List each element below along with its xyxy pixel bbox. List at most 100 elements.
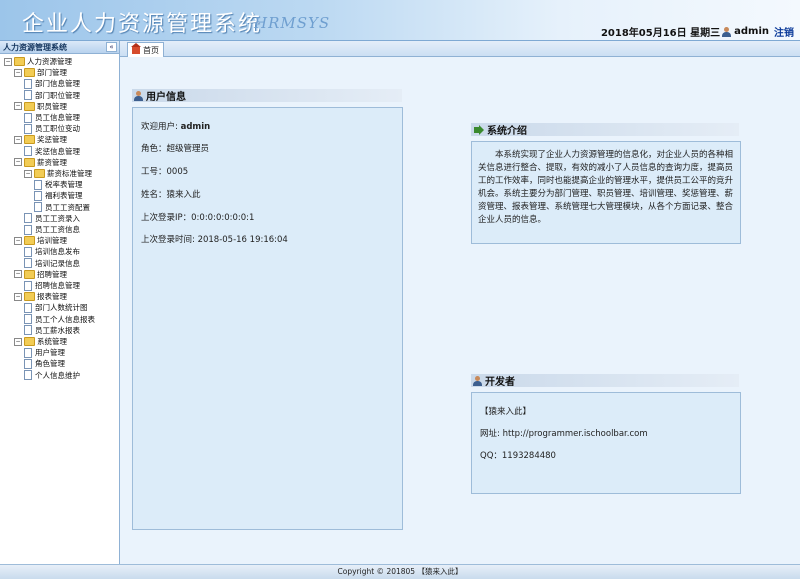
sidebar-item-label: 奖惩信息管理 bbox=[35, 146, 80, 156]
sidebar-item[interactable]: 部门职位管理 bbox=[24, 90, 80, 101]
welcome-line: 欢迎用户: admin bbox=[141, 122, 211, 132]
document-icon bbox=[24, 78, 32, 89]
developer-qq: QQ：1193284480 bbox=[480, 451, 556, 461]
sidebar-item-label: 系统管理 bbox=[37, 337, 67, 346]
folder-icon bbox=[24, 68, 35, 78]
sidebar-item-label: 员工信息管理 bbox=[35, 113, 80, 122]
collapse-toggle-icon[interactable]: − bbox=[14, 292, 22, 301]
folder-icon bbox=[34, 169, 45, 178]
collapse-toggle-icon[interactable]: − bbox=[4, 57, 12, 66]
collapse-toggle-icon[interactable]: − bbox=[14, 337, 22, 346]
sidebar-item[interactable]: 员工信息管理 bbox=[24, 112, 80, 123]
sidebar-item[interactable]: − 人力资源管理 bbox=[4, 56, 72, 67]
sidebar-item[interactable]: − 奖惩管理 bbox=[14, 134, 67, 145]
folder-icon bbox=[24, 236, 35, 246]
sidebar-item[interactable]: − 招聘管理 bbox=[14, 269, 67, 280]
sidebar-item-label: 员工工资录入 bbox=[35, 213, 80, 223]
sidebar-item[interactable]: − 部门管理 bbox=[14, 67, 67, 78]
id-line: 工号：0005 bbox=[141, 167, 189, 177]
sidebar-item[interactable]: 角色管理 bbox=[24, 358, 65, 369]
document-icon bbox=[24, 370, 32, 381]
system-intro-title: 系统介绍 bbox=[471, 123, 739, 137]
user-icon bbox=[134, 90, 143, 101]
collapse-toggle-icon[interactable]: − bbox=[14, 135, 22, 144]
system-intro-panel: 本系统实现了企业人力资源管理的信息化，对企业人员的各种相关信息进行整合、提取，有… bbox=[471, 141, 741, 244]
collapse-toggle-icon[interactable]: − bbox=[14, 270, 22, 279]
sidebar-title: 人力资源管理系统 bbox=[3, 43, 67, 52]
sidebar-item-label: 报表管理 bbox=[37, 292, 67, 302]
sidebar-item-label: 员工职位变动 bbox=[35, 124, 80, 134]
developer-url: 网址: http://programmer.ischoolbar.com bbox=[480, 429, 648, 439]
logout-link[interactable]: 注销 bbox=[774, 24, 794, 39]
sidebar-item[interactable]: − 薪资标准管理 bbox=[24, 168, 92, 179]
document-icon bbox=[24, 258, 32, 269]
name-line: 姓名：猿来入此 bbox=[141, 190, 201, 200]
sidebar-item-label: 培训管理 bbox=[37, 236, 67, 246]
collapse-toggle-icon[interactable]: − bbox=[14, 68, 22, 77]
welcome-username: admin bbox=[180, 122, 211, 132]
sidebar-item[interactable]: − 系统管理 bbox=[14, 336, 67, 347]
document-icon bbox=[24, 325, 32, 336]
sidebar-item[interactable]: 培训信息发布 bbox=[24, 246, 80, 257]
sidebar-item-label: 部门信息管理 bbox=[35, 79, 80, 89]
sidebar-item[interactable]: 培训记录信息 bbox=[24, 258, 80, 269]
sidebar-item-label: 薪资标准管理 bbox=[47, 169, 92, 178]
app-subtitle: HRMSYS bbox=[254, 14, 331, 32]
date-text: 2018年05月16日 星期三 bbox=[600, 28, 721, 39]
sidebar-item[interactable]: 员工个人信息报表 bbox=[24, 314, 95, 325]
sidebar-item[interactable]: 部门人数统计图 bbox=[24, 302, 88, 313]
sidebar-item[interactable]: 员工工资信息 bbox=[24, 224, 80, 235]
sidebar-item[interactable]: 个人信息维护 bbox=[24, 370, 80, 381]
collapse-toggle-icon[interactable]: − bbox=[14, 236, 22, 245]
sidebar-item-label: 员工工资配置 bbox=[45, 202, 90, 212]
tab-bar: 首页 bbox=[120, 41, 800, 57]
sidebar-item[interactable]: 员工工资录入 bbox=[24, 213, 80, 224]
sidebar-item[interactable]: 用户管理 bbox=[24, 347, 65, 358]
developer-name: 【猿来入此】 bbox=[480, 407, 532, 417]
document-icon bbox=[24, 224, 32, 235]
sidebar-item[interactable]: − 职员管理 bbox=[14, 101, 67, 112]
sidebar-item-label: 培训记录信息 bbox=[35, 258, 80, 268]
sidebar-item[interactable]: − 报表管理 bbox=[14, 291, 67, 302]
header-user-info: 2018年05月16日 星期三 admin 注销 bbox=[601, 24, 794, 39]
sidebar-item[interactable]: − 薪资管理 bbox=[14, 157, 67, 168]
document-icon bbox=[24, 280, 32, 291]
sidebar-item[interactable]: 员工职位变动 bbox=[24, 123, 80, 134]
sidebar-item[interactable]: 招聘信息管理 bbox=[24, 280, 80, 291]
developer-panel: 【猿来入此】 网址: http://programmer.ischoolbar.… bbox=[471, 392, 741, 494]
sidebar-item-label: 员工工资信息 bbox=[35, 225, 80, 234]
app-title: 企业人力资源管理系统 bbox=[22, 12, 263, 37]
role-line: 角色：超级管理员 bbox=[141, 144, 210, 154]
document-icon bbox=[24, 112, 32, 123]
folder-icon bbox=[24, 135, 35, 145]
user-info-title: 用户信息 bbox=[132, 89, 402, 103]
sidebar-item-label: 用户管理 bbox=[35, 348, 65, 358]
tab-home[interactable]: 首页 bbox=[127, 42, 164, 57]
last-ip-line: 上次登录IP：0:0:0:0:0:0:0:1 bbox=[141, 213, 255, 223]
sidebar-item[interactable]: − 培训管理 bbox=[14, 235, 67, 246]
collapse-toggle-icon[interactable]: − bbox=[14, 102, 22, 111]
sidebar-item[interactable]: 福利表管理 bbox=[34, 190, 83, 201]
document-icon bbox=[24, 213, 32, 224]
sidebar-collapse-button[interactable]: « bbox=[106, 42, 117, 52]
main-content: 用户信息 欢迎用户: admin 角色：超级管理员 工号：0005 姓名：猿来入… bbox=[120, 57, 800, 564]
collapse-toggle-icon[interactable]: − bbox=[14, 158, 22, 167]
sidebar-header: 人力资源管理系统 « bbox=[0, 41, 119, 54]
document-icon bbox=[34, 190, 42, 201]
folder-icon bbox=[24, 269, 35, 279]
sidebar-item-label: 员工薪水报表 bbox=[35, 325, 80, 335]
folder-icon bbox=[24, 337, 35, 346]
document-icon bbox=[24, 358, 32, 369]
sidebar-item[interactable]: 税率表管理 bbox=[34, 179, 83, 190]
collapse-toggle-icon[interactable]: − bbox=[24, 169, 32, 178]
user-info-panel: 欢迎用户: admin 角色：超级管理员 工号：0005 姓名：猿来入此 上次登… bbox=[132, 107, 403, 530]
sidebar-item[interactable]: 员工工资配置 bbox=[34, 202, 90, 213]
sidebar-item[interactable]: 员工薪水报表 bbox=[24, 325, 80, 336]
folder-icon bbox=[24, 292, 35, 302]
folder-icon bbox=[14, 57, 25, 66]
user-icon bbox=[473, 375, 482, 386]
sidebar-item[interactable]: 奖惩信息管理 bbox=[24, 146, 80, 157]
system-intro-text: 本系统实现了企业人力资源管理的信息化，对企业人员的各种相关信息进行整合、提取，有… bbox=[478, 150, 734, 225]
sidebar-item[interactable]: 部门信息管理 bbox=[24, 78, 80, 89]
document-icon bbox=[24, 314, 32, 325]
